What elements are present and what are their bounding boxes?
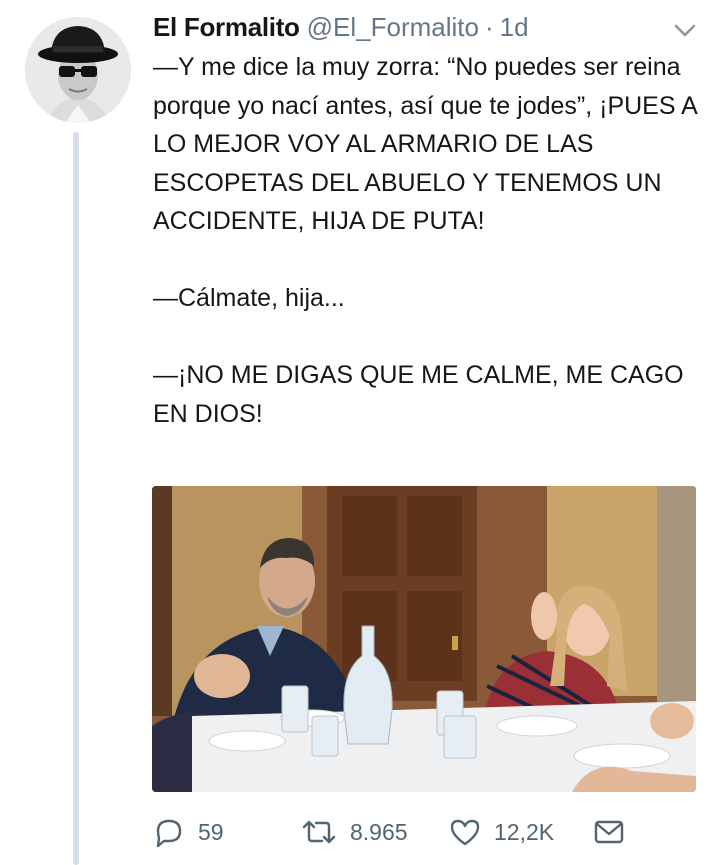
author-handle[interactable]: @El_Formalito	[307, 10, 479, 44]
retweet-count: 8.965	[350, 818, 408, 845]
tweet-paragraph: —Y me dice la muy zorra: “No puedes ser …	[153, 53, 697, 235]
reply-icon	[152, 816, 186, 848]
reply-count: 59	[198, 818, 224, 845]
thread-line	[73, 132, 79, 865]
author-name[interactable]: El Formalito	[153, 10, 300, 44]
header-separator: ·	[484, 12, 494, 42]
reply-button[interactable]: 59	[152, 812, 224, 852]
like-count: 12,2K	[494, 818, 555, 845]
tweet-paragraph: —Cálmate, hija...	[153, 284, 345, 312]
envelope-icon	[592, 816, 626, 848]
retweet-button[interactable]: 8.965	[300, 812, 408, 852]
heart-icon	[448, 816, 482, 848]
tweet-paragraph: —¡NO ME DIGAS QUE ME CALME, ME CAGO EN D…	[153, 361, 684, 428]
tweet-actions: 59 8.965 12,2K	[152, 812, 692, 852]
tweet-timestamp[interactable]: 1d	[500, 10, 529, 44]
dining-scene-image	[152, 486, 696, 792]
direct-message-button[interactable]	[592, 812, 626, 852]
avatar[interactable]	[25, 17, 131, 123]
tweet-header: El Formalito @El_Formalito · 1d	[153, 10, 529, 44]
tweet-text: —Y me dice la muy zorra: “No puedes ser …	[153, 48, 698, 433]
retweet-icon	[300, 816, 338, 848]
chevron-down-icon[interactable]	[672, 20, 698, 40]
tweet-screen: El Formalito @El_Formalito · 1d —Y me di…	[0, 0, 720, 865]
tweet-photo[interactable]	[152, 486, 696, 792]
like-button[interactable]: 12,2K	[448, 812, 554, 852]
avatar-portrait	[25, 17, 131, 123]
